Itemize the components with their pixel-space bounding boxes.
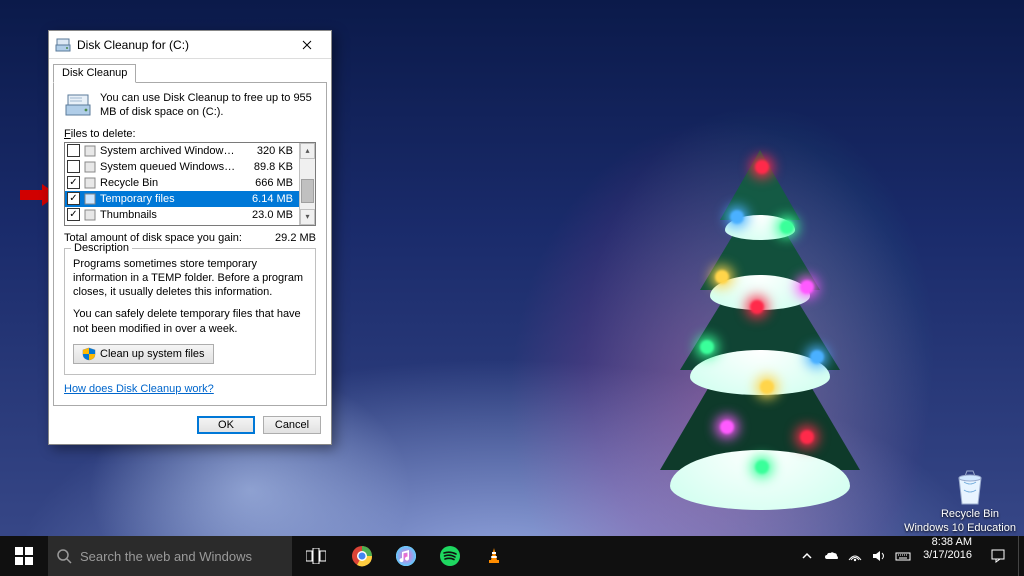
disk-cleanup-window: Disk Cleanup for (C:) Disk Cleanup You c… — [48, 30, 332, 445]
desktop: Recycle Bin Windows 10 Education Disk Cl… — [0, 0, 1024, 576]
file-type-icon — [83, 176, 97, 190]
recycle-bin-label: Recycle Bin — [934, 508, 1006, 520]
clean-system-files-button[interactable]: Clean up system files — [73, 344, 214, 364]
file-name: Thumbnails — [100, 209, 237, 221]
taskbar-clock[interactable]: 8:38 AM 3/17/2016 — [917, 536, 978, 576]
files-to-delete-label: Files to delete: — [64, 128, 316, 140]
files-listbox[interactable]: System archived Windows Error Repor...32… — [64, 142, 316, 226]
file-type-icon — [83, 208, 97, 222]
scroll-down-button[interactable]: ▾ — [300, 209, 315, 225]
search-placeholder: Search the web and Windows — [80, 549, 252, 564]
cancel-button[interactable]: Cancel — [263, 416, 321, 434]
file-name: System queued Windows Error Reporti... — [100, 161, 237, 173]
search-icon — [56, 548, 72, 564]
file-row[interactable]: ✓ Temporary files6.14 MB — [65, 191, 299, 207]
file-size: 666 MB — [237, 177, 297, 189]
scroll-up-button[interactable]: ▴ — [300, 143, 315, 159]
file-row[interactable]: System queued Windows Error Reporti...89… — [65, 159, 299, 175]
close-button[interactable] — [287, 32, 327, 58]
scrollbar[interactable]: ▴ ▾ — [299, 143, 315, 225]
tab-body: You can use Disk Cleanup to free up to 9… — [53, 82, 327, 406]
file-row[interactable]: ✓ Recycle Bin666 MB — [65, 175, 299, 191]
file-name: Temporary files — [100, 193, 237, 205]
app-chrome[interactable] — [340, 536, 384, 576]
file-size: 89.8 KB — [237, 161, 297, 173]
file-size: 320 KB — [237, 145, 297, 157]
tab-strip: Disk Cleanup — [49, 59, 331, 82]
file-type-icon — [83, 192, 97, 206]
file-checkbox[interactable]: ✓ — [67, 176, 80, 189]
tray-volume-icon[interactable] — [871, 548, 887, 564]
uac-shield-icon — [82, 347, 96, 361]
tab-disk-cleanup[interactable]: Disk Cleanup — [53, 64, 136, 83]
description-groupbox: Description Programs sometimes store tem… — [64, 248, 316, 375]
intro-text: You can use Disk Cleanup to free up to 9… — [100, 91, 316, 120]
start-button[interactable] — [0, 536, 48, 576]
ok-button[interactable]: OK — [197, 416, 255, 434]
app-vlc[interactable] — [472, 536, 516, 576]
window-title: Disk Cleanup for (C:) — [77, 38, 287, 52]
recycle-bin-icon — [953, 468, 987, 506]
file-checkbox[interactable]: ✓ — [67, 208, 80, 221]
titlebar[interactable]: Disk Cleanup for (C:) — [49, 31, 331, 59]
description-legend: Description — [71, 242, 132, 254]
clean-system-files-label: Clean up system files — [100, 348, 205, 360]
file-checkbox[interactable] — [67, 144, 80, 157]
activation-watermark: Windows 10 Education — [904, 521, 1016, 536]
file-row[interactable]: System archived Windows Error Repor...32… — [65, 143, 299, 159]
file-size: 23.0 MB — [237, 209, 297, 221]
dialog-buttons: OK Cancel — [49, 410, 331, 444]
clock-date: 3/17/2016 — [923, 549, 972, 562]
recycle-bin-desktop-icon[interactable]: Recycle Bin — [934, 468, 1006, 520]
help-link[interactable]: How does Disk Cleanup work? — [64, 383, 214, 395]
scroll-thumb[interactable] — [301, 179, 314, 203]
tray-chevron-icon[interactable] — [799, 548, 815, 564]
tray-onedrive-icon[interactable] — [823, 548, 839, 564]
file-row[interactable]: ✓ Thumbnails23.0 MB — [65, 207, 299, 223]
total-value: 29.2 MB — [275, 232, 316, 244]
show-desktop-button[interactable] — [1018, 536, 1024, 576]
drive-cleanup-icon — [55, 37, 71, 53]
description-p1: Programs sometimes store temporary infor… — [73, 257, 307, 300]
scroll-track[interactable] — [300, 159, 315, 209]
app-spotify[interactable] — [428, 536, 472, 576]
task-view-button[interactable] — [292, 536, 340, 576]
file-type-icon — [83, 160, 97, 174]
taskbar: Search the web and Windows — [0, 536, 1024, 576]
file-size: 6.14 MB — [237, 193, 297, 205]
search-box[interactable]: Search the web and Windows — [48, 536, 292, 576]
description-p2: You can safely delete temporary files th… — [73, 307, 307, 336]
file-type-icon — [83, 144, 97, 158]
tray-network-icon[interactable] — [847, 548, 863, 564]
drive-icon — [64, 91, 92, 119]
file-checkbox[interactable]: ✓ — [67, 192, 80, 205]
taskbar-apps — [340, 536, 516, 576]
tray-keyboard-icon[interactable] — [895, 548, 911, 564]
file-name: System archived Windows Error Repor... — [100, 145, 237, 157]
file-name: Recycle Bin — [100, 177, 237, 189]
wallpaper-tree — [660, 120, 860, 500]
file-checkbox[interactable] — [67, 160, 80, 173]
system-tray — [793, 536, 917, 576]
clock-time: 8:38 AM — [923, 536, 972, 549]
app-itunes[interactable] — [384, 536, 428, 576]
action-center-button[interactable] — [978, 536, 1018, 576]
